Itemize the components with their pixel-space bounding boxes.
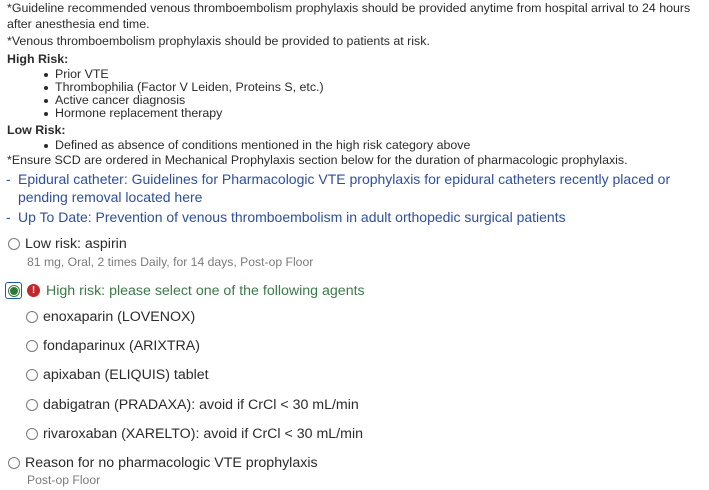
agent-label: fondaparinux (ARIXTRA) xyxy=(43,338,200,354)
exclamation-circle-icon: ! xyxy=(27,284,40,297)
agent-label: rivaroxaban (XARELTO): avoid if CrCl < 3… xyxy=(43,426,363,442)
order-details-no-pharm: Post-op Floor xyxy=(27,473,101,487)
order-low-risk-aspirin[interactable]: Low risk: aspirin xyxy=(8,236,127,252)
up-to-date-link[interactable]: Up To Date: Prevention of venous thrombo… xyxy=(18,208,566,226)
reference-links: - Epidural catheter: Guidelines for Phar… xyxy=(6,170,706,228)
low-risk-heading: Low Risk: xyxy=(7,123,66,138)
agent-label: enoxaparin (LOVENOX) xyxy=(43,309,196,325)
radio-fondaparinux[interactable] xyxy=(26,340,38,352)
radio-selected-dot xyxy=(9,286,18,295)
agent-apixaban[interactable]: apixaban (ELIQUIS) tablet xyxy=(26,367,209,383)
order-label-low-risk: Low risk: aspirin xyxy=(25,236,127,252)
radio-high-risk-selected[interactable] xyxy=(5,282,22,299)
link-dash: - xyxy=(6,171,11,187)
agent-label: apixaban (ELIQUIS) tablet xyxy=(43,367,209,383)
radio-low-risk-aspirin[interactable] xyxy=(8,238,20,250)
agent-label: dabigatran (PRADAXA): avoid if CrCl < 30… xyxy=(43,397,359,413)
guideline-at-risk-note: *Venous thromboembolism prophylaxis shou… xyxy=(7,33,430,48)
radio-rivaroxaban[interactable] xyxy=(26,428,38,440)
order-no-pharm-reason[interactable]: Reason for no pharmacologic VTE prophyla… xyxy=(8,455,318,471)
epidural-guideline-link[interactable]: Epidural catheter: Guidelines for Pharma… xyxy=(18,170,706,206)
link-up-to-date[interactable]: - Up To Date: Prevention of venous throm… xyxy=(6,208,706,226)
guideline-section: *Guideline recommended venous thromboemb… xyxy=(7,0,707,168)
agent-fondaparinux[interactable]: fondaparinux (ARIXTRA) xyxy=(26,338,200,354)
order-label-no-pharm: Reason for no pharmacologic VTE prophyla… xyxy=(25,455,318,471)
radio-apixaban[interactable] xyxy=(26,369,38,381)
scd-note: *Ensure SCD are ordered in Mechanical Pr… xyxy=(7,153,628,168)
high-risk-list: Prior VTE Thrombophilia (Factor V Leiden… xyxy=(7,67,707,121)
guideline-timing-note: *Guideline recommended venous thromboemb… xyxy=(7,1,691,32)
order-details-aspirin: 81 mg, Oral, 2 times Daily, for 14 days,… xyxy=(27,255,314,269)
high-risk-heading: High Risk: xyxy=(7,52,69,67)
link-dash: - xyxy=(6,209,11,225)
link-epidural-catheter[interactable]: - Epidural catheter: Guidelines for Phar… xyxy=(6,170,706,206)
radio-dabigatran[interactable] xyxy=(26,399,38,411)
high-risk-item: Prior VTE xyxy=(44,67,707,81)
low-risk-item: Defined as absence of conditions mention… xyxy=(44,138,707,152)
agent-rivaroxaban[interactable]: rivaroxaban (XARELTO): avoid if CrCl < 3… xyxy=(26,426,363,442)
agent-enoxaparin[interactable]: enoxaparin (LOVENOX) xyxy=(26,309,195,325)
radio-selected-indicator xyxy=(7,284,20,297)
order-label-high-risk[interactable]: High risk: please select one of the foll… xyxy=(46,283,365,299)
radio-enoxaparin[interactable] xyxy=(26,311,38,323)
high-risk-item: Hormone replacement therapy xyxy=(44,107,707,120)
low-risk-list: Defined as absence of conditions mention… xyxy=(7,138,707,152)
agent-dabigatran[interactable]: dabigatran (PRADAXA): avoid if CrCl < 30… xyxy=(26,397,359,413)
radio-no-pharm-reason[interactable] xyxy=(8,457,20,469)
